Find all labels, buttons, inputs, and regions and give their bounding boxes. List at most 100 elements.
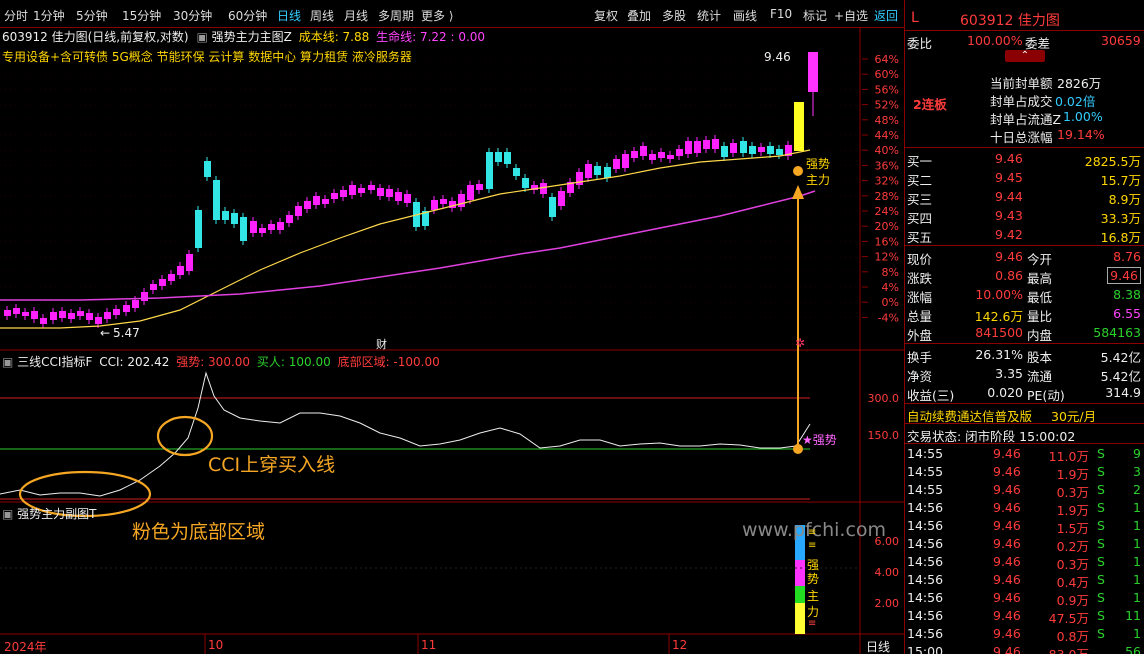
tick-time: 14:56 — [907, 608, 944, 623]
fundamentals: 换手 26.31% 股本 5.42亿 净资 3.35 流通 5.42亿 收益(三) 0.020 PE… — [905, 343, 1144, 403]
tick-side: S — [1097, 608, 1105, 623]
webi-value: 100.00% — [967, 33, 1023, 48]
tick-side: S — [1097, 482, 1105, 497]
period-btn-60min[interactable]: 60分钟 — [228, 7, 267, 24]
candle — [259, 228, 266, 233]
candle — [685, 141, 692, 154]
tick-time: 15:00 — [907, 644, 944, 654]
collapse-toggle[interactable]: ⌃ — [1005, 50, 1045, 62]
y-tick-label: 32% — [875, 175, 899, 188]
fund-value: 3.35 — [995, 366, 1023, 381]
tick-side: S — [1097, 572, 1105, 587]
tool-btn-draw[interactable]: 画线 — [733, 7, 757, 24]
tool-btn-mark[interactable]: 标记 — [803, 7, 827, 24]
y-tick-label: 4% — [882, 281, 899, 294]
period-btn-daily[interactable]: 日线 — [277, 7, 301, 24]
bid-label: 买五 — [907, 230, 933, 245]
tick-volume: 0.3万 — [1056, 557, 1089, 572]
tick-time: 14:56 — [907, 500, 944, 515]
period-indicator[interactable]: 日线 — [866, 638, 890, 654]
candle — [549, 197, 556, 217]
indicator-menu-icon[interactable]: ▣ — [2, 507, 13, 521]
sub-y-axis: 6.004.002.00 — [875, 535, 900, 610]
tick-time: 14:56 — [907, 518, 944, 533]
y-tick-label: 28% — [875, 190, 899, 203]
stat-value: 0.86 — [995, 268, 1023, 283]
tick-count: 1 — [1133, 626, 1141, 641]
y-tick-label: 20% — [875, 220, 899, 233]
candle — [631, 151, 638, 158]
candle — [749, 146, 756, 154]
y-tick-label: -4% — [878, 311, 899, 324]
y-tick-label: 24% — [875, 205, 899, 218]
tick-price: 9.46 — [993, 446, 1021, 461]
tool-btn-fuquan[interactable]: 复权 — [594, 7, 618, 24]
candle — [467, 185, 474, 200]
cci-title[interactable]: 三线CCI指标F — [17, 355, 92, 369]
x-label-dec: 12 — [672, 638, 688, 652]
fund-label: 流通 — [1027, 369, 1053, 384]
x-label-nov: 11 — [421, 638, 437, 652]
candle — [250, 221, 257, 233]
life-line — [0, 190, 816, 301]
sub-chart-title[interactable]: 强势主力副图T — [17, 507, 96, 521]
candle — [186, 254, 193, 271]
tick-time: 14:55 — [907, 446, 944, 461]
tool-btn-f10[interactable]: F10 — [770, 7, 792, 21]
period-btn-monthly[interactable]: 月线 — [344, 7, 368, 24]
tick-list[interactable]: 14:55 9.46 11.0万 S 9 14:55 9.46 1.9万 S 3 14:55 9.46… — [905, 443, 1144, 654]
period-btn-multi[interactable]: 多周期 — [378, 7, 414, 24]
sub-bar-magenta — [795, 560, 805, 586]
y-tick-label: 52% — [875, 99, 899, 112]
finance-marker[interactable]: 财 — [376, 336, 387, 352]
tick-side: S — [1097, 536, 1105, 551]
candle — [676, 149, 683, 156]
tool-btn-multistock[interactable]: 多股 — [662, 7, 686, 24]
fund-value: 314.9 — [1105, 385, 1141, 400]
tool-btn-overlay[interactable]: 叠加 — [627, 7, 651, 24]
period-btn-fenshi[interactable]: 分时 — [4, 7, 28, 24]
period-btn-more[interactable]: 更多 ⟩ — [421, 7, 454, 24]
tick-price: 9.46 — [993, 482, 1021, 497]
sub-legend-3: 主 — [807, 589, 820, 603]
tick-side: S — [1097, 464, 1105, 479]
tick-time: 14:56 — [907, 572, 944, 587]
candle — [585, 164, 592, 178]
bid-volume: 33.3万 — [1100, 211, 1141, 226]
candle — [195, 210, 202, 248]
tool-btn-back[interactable]: 返回 — [874, 7, 898, 24]
candle — [159, 279, 166, 286]
sub-legend-mark: ≡ — [808, 527, 817, 538]
stat-value: 9.46 — [995, 249, 1023, 264]
tool-btn-add-watch[interactable]: +自选 — [834, 7, 868, 24]
candle — [295, 206, 302, 216]
tick-price: 9.46 — [993, 500, 1021, 515]
stat-label: 总量 — [907, 309, 933, 324]
bid-price: 9.43 — [995, 208, 1023, 223]
candle — [313, 196, 320, 205]
candle — [730, 143, 737, 153]
tool-btn-stats[interactable]: 统计 — [697, 7, 721, 24]
tick-volume: 0.3万 — [1056, 485, 1089, 500]
period-btn-30min[interactable]: 30分钟 — [173, 7, 212, 24]
period-btn-15min[interactable]: 15分钟 — [122, 7, 161, 24]
tick-count: 1 — [1133, 536, 1141, 551]
chart-canvas[interactable]: 64% 60% 56% 52% 48% 44% 40% 36% 32% 28% 24% 20% 16% 1… — [0, 28, 904, 654]
candle — [277, 222, 284, 230]
period-btn-1min[interactable]: 1分钟 — [33, 7, 65, 24]
candle — [168, 274, 175, 281]
candle — [576, 172, 583, 185]
candle — [31, 311, 38, 319]
period-btn-5min[interactable]: 5分钟 — [76, 7, 108, 24]
stat-label: 现价 — [907, 252, 933, 267]
indicator-menu-icon[interactable]: ▣ — [2, 355, 13, 369]
stock-title[interactable]: 603912 佳力图 — [960, 10, 1060, 30]
stat-value: 10.00% — [975, 287, 1023, 302]
period-btn-weekly[interactable]: 周线 — [310, 7, 334, 24]
y-tick-label: 44% — [875, 129, 899, 142]
tick-volume: 0.2万 — [1056, 539, 1089, 554]
stat-label: 涨跌 — [907, 271, 933, 286]
candle — [123, 305, 130, 312]
candle — [150, 284, 157, 290]
cost-line — [0, 149, 811, 329]
